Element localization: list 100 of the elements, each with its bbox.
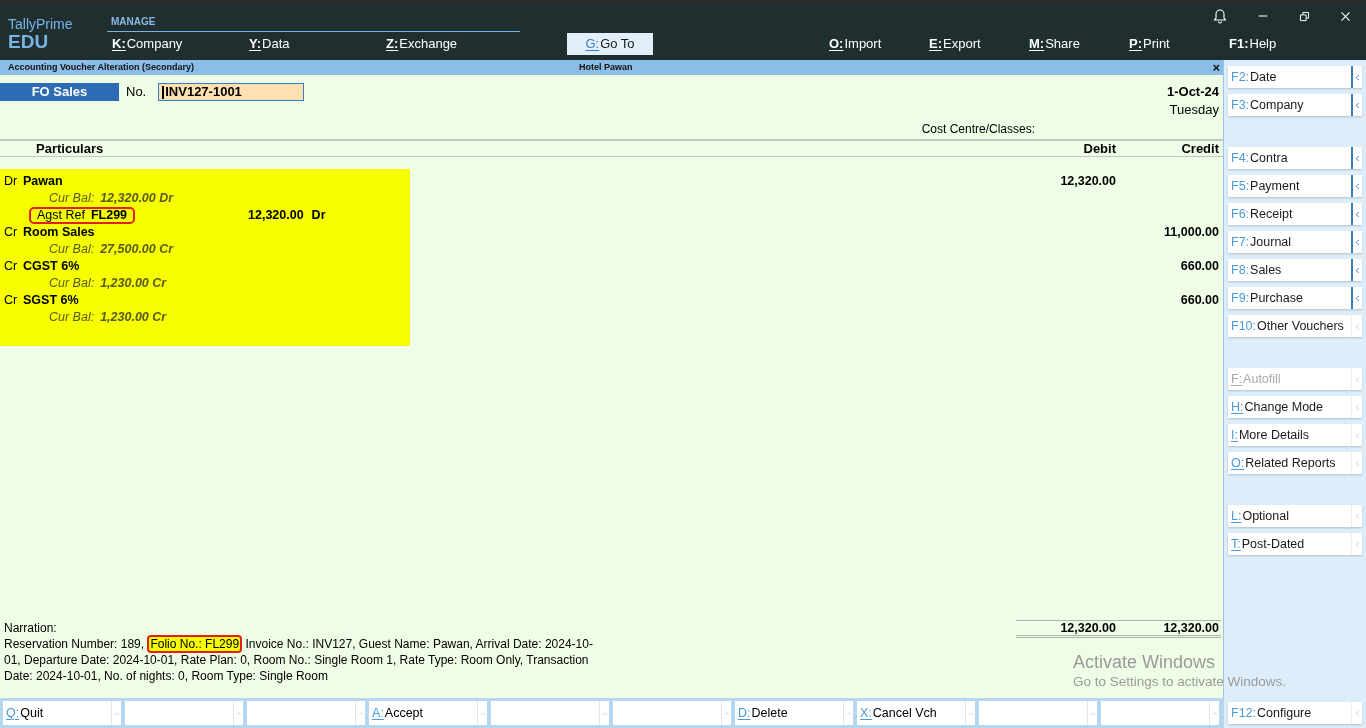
side-button[interactable]: F6:Receipt (1228, 203, 1362, 225)
bill-reference[interactable]: Agst Ref FL299 (29, 207, 136, 224)
activation-message: Go to Settings to activate Windows. (1073, 673, 1287, 691)
chevron-left-icon (1355, 238, 1360, 246)
current-balance: Cur Bal: 27,500.00 Cr (49, 241, 174, 259)
debit-total: 12,320.00 (1059, 619, 1116, 637)
credit-amount: 11,000.00 (1164, 224, 1219, 242)
chevron-left-icon (1355, 210, 1360, 218)
ledger-name[interactable]: Room Sales (23, 223, 95, 242)
edition-label: EDU (8, 32, 49, 52)
activation-title: Activate Windows (1073, 651, 1216, 673)
side-button[interactable]: F9:Purchase (1228, 287, 1362, 309)
dr-cr-label: Cr (3, 224, 19, 242)
caret-up-icon (113, 710, 120, 716)
chevron-left-icon (1355, 266, 1360, 274)
empty-footer-button[interactable] (247, 701, 365, 725)
voucher-date[interactable]: 1-Oct-24 (1166, 83, 1219, 101)
column-header: Debit (1082, 139, 1116, 158)
empty-footer-button[interactable] (1101, 701, 1219, 725)
caret-up-icon (1211, 710, 1218, 716)
close-button[interactable]: × (1212, 61, 1220, 74)
chevron-left-icon (1355, 154, 1360, 162)
narration-label: Narration: (4, 620, 57, 636)
chevron-left-icon (1355, 73, 1360, 81)
voucher-number-field[interactable]: INV127-1001 (158, 83, 305, 101)
dr-cr-label: Dr (3, 173, 19, 191)
caret-up-icon (235, 710, 242, 716)
side-button[interactable]: F7:Journal (1228, 231, 1362, 253)
side-button[interactable]: O:Related Reports (1228, 452, 1362, 474)
side-button[interactable]: T:Post-Dated (1228, 533, 1362, 555)
side-button[interactable]: F10:Other Vouchers (1228, 315, 1362, 337)
section-label: MANAGE (111, 15, 156, 29)
caret-up-icon (601, 710, 608, 716)
side-button[interactable]: F3:Company (1228, 94, 1362, 116)
menu-item[interactable]: K:Company (112, 34, 183, 54)
dr-cr-label: Cr (3, 292, 19, 310)
column-header: Particulars (36, 139, 104, 158)
empty-footer-button[interactable] (491, 701, 609, 725)
narration-text[interactable]: Reservation Number: 189, Folio No.: FL299 Invoice No.: INV127, Guest Name: Pawan, Arrival Date: 2024-10-01, Departure Date: 2024-10-01, Rate Plan: 0, Room No.: Single Room 1, Rate Type: Room Only, Transaction Date: 2024-10-01, No. of nights: 0, Room Type: Single Room (4, 636, 606, 684)
ledger-name[interactable]: Pawan (23, 172, 63, 191)
credit-amount: 660.00 (1180, 292, 1219, 310)
chevron-left-icon (1354, 322, 1360, 330)
chevron-left-icon (1354, 540, 1360, 548)
number-label: No. (126, 83, 147, 101)
window-title: Accounting Voucher Alteration (Secondary) (8, 60, 195, 74)
footer-button[interactable]: A:Accept (369, 701, 487, 725)
current-balance: Cur Bal: 1,230.00 Cr (49, 309, 167, 327)
side-button[interactable]: F5:Payment (1228, 175, 1362, 197)
app-name: TallyPrime (8, 16, 73, 32)
chevron-left-icon (1354, 709, 1360, 717)
menu-item[interactable]: Y:Data (249, 34, 290, 54)
chevron-left-icon (1354, 512, 1360, 520)
chevron-left-icon (1355, 182, 1360, 190)
chevron-left-icon (1355, 101, 1360, 109)
debit-amount: 12,320.00 (1060, 173, 1116, 191)
empty-footer-button[interactable] (613, 701, 731, 725)
caret-up-icon (723, 710, 730, 716)
empty-footer-button[interactable] (979, 701, 1097, 725)
footer-button[interactable]: D:Delete (735, 701, 853, 725)
footer-button[interactable]: X:Cancel Vch (857, 701, 975, 725)
chevron-left-icon (1354, 375, 1360, 383)
menu-item[interactable]: Z:Exchange (386, 34, 458, 54)
menu-item[interactable]: P:Print (1129, 34, 1170, 54)
credit-total: 12,320.00 (1162, 619, 1219, 637)
current-balance: Cur Bal: 12,320.00 Dr (49, 190, 174, 208)
notification-bell-icon[interactable] (1212, 8, 1228, 24)
bill-amount: 12,320.00 Dr (248, 207, 326, 225)
side-button[interactable]: F12:Configure (1228, 702, 1362, 724)
side-button[interactable]: F2:Date (1228, 66, 1362, 88)
ledger-name[interactable]: SGST 6% (23, 291, 79, 310)
menu-item[interactable]: M:Share (1029, 34, 1080, 54)
go-to-button[interactable]: G:Go To (567, 33, 653, 55)
side-button[interactable]: H:Change Mode (1228, 396, 1362, 418)
column-header: Credit (1180, 139, 1219, 158)
caret-up-icon (967, 710, 974, 716)
menu-item[interactable]: F1:Help (1229, 34, 1277, 54)
ledger-name[interactable]: CGST 6% (23, 257, 80, 276)
caret-up-icon (479, 710, 486, 716)
close-icon[interactable] (1339, 9, 1352, 23)
side-button[interactable]: L:Optional (1228, 505, 1362, 527)
dr-cr-label: Cr (3, 258, 19, 276)
menu-item[interactable]: O:Import (829, 34, 882, 54)
caret-up-icon (1089, 710, 1096, 716)
side-button[interactable]: I:More Details (1228, 424, 1362, 446)
chevron-left-icon (1354, 431, 1360, 439)
side-button[interactable]: F4:Contra (1228, 147, 1362, 169)
cost-centre-label: Cost Centre/Classes: (921, 121, 1035, 138)
side-button[interactable]: F8:Sales (1228, 259, 1362, 281)
empty-footer-button[interactable] (125, 701, 243, 725)
caret-up-icon (357, 710, 364, 716)
credit-amount: 660.00 (1180, 258, 1219, 276)
restore-icon[interactable] (1298, 9, 1311, 23)
voucher-day: Tuesday (1169, 101, 1219, 119)
menu-item[interactable]: E:Export (929, 34, 981, 54)
chevron-left-icon (1354, 459, 1360, 467)
company-name: Hotel Pawan (579, 60, 633, 74)
current-balance: Cur Bal: 1,230.00 Cr (49, 275, 167, 293)
chevron-left-icon (1354, 403, 1360, 411)
footer-button[interactable]: Q:Quit (3, 701, 121, 725)
caret-up-icon (845, 710, 852, 716)
